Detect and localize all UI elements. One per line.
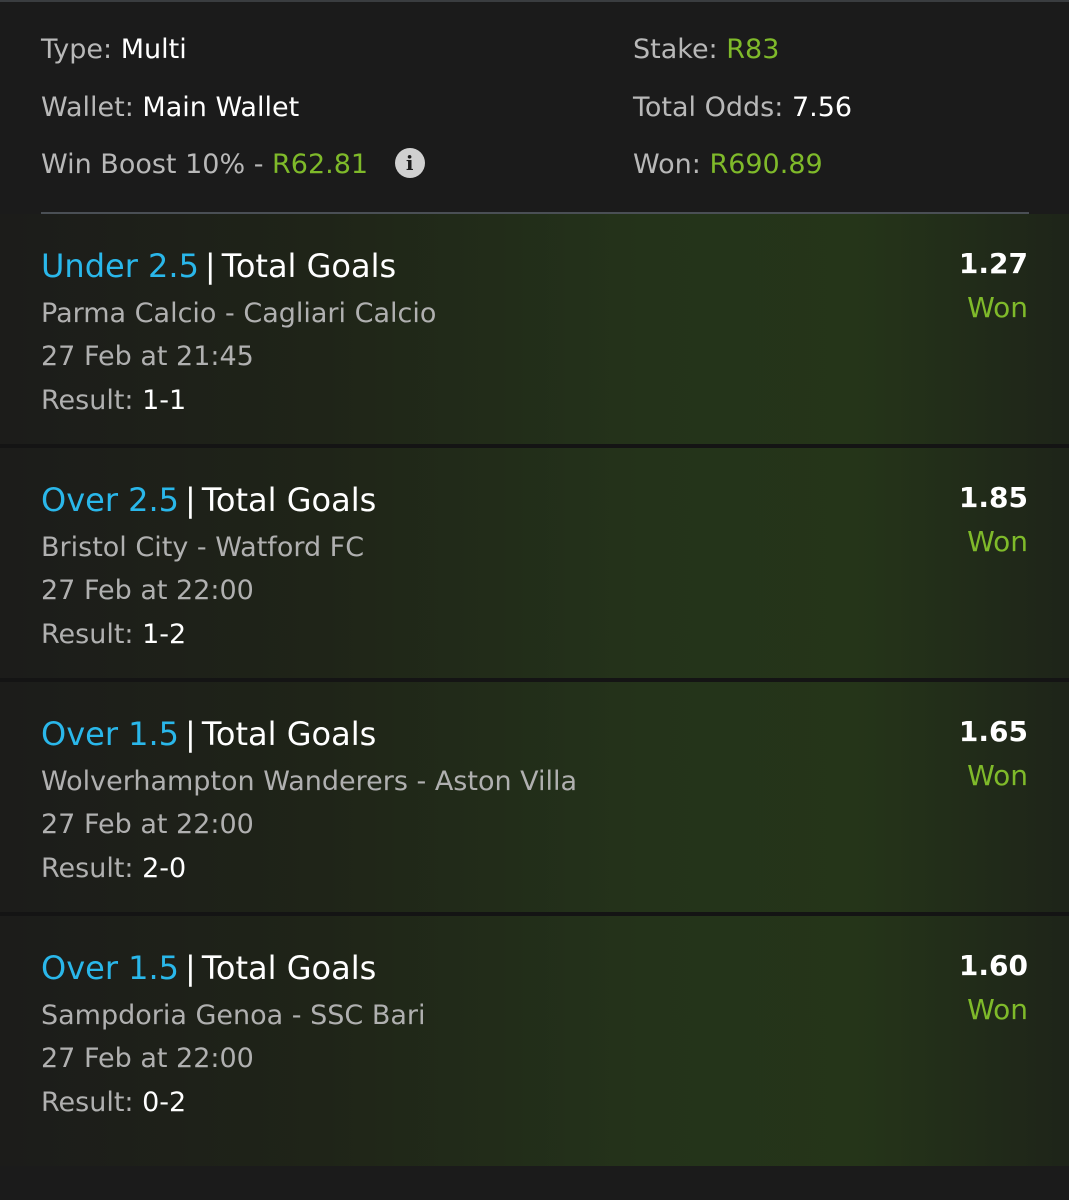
selection-datetime: 27 Feb at 22:00 xyxy=(41,809,254,840)
wallet: Wallet: Main Wallet xyxy=(41,88,299,128)
top-divider xyxy=(0,0,1069,2)
total-odds-label: Total Odds: xyxy=(633,92,784,123)
selection-title: Under 2.5 | Total Goals xyxy=(41,244,396,288)
selection-odds: 1.85 xyxy=(958,481,1028,514)
selection-separator: | xyxy=(185,715,196,753)
selection-pick: Under 2.5 xyxy=(41,247,199,285)
won-label: Won: xyxy=(633,149,701,180)
stake-value: R83 xyxy=(726,34,780,65)
selection-odds: 1.27 xyxy=(958,247,1028,280)
selection-title: Over 2.5 | Total Goals xyxy=(41,478,376,522)
result-label: Result: xyxy=(41,853,134,884)
won-value: R690.89 xyxy=(709,149,823,180)
selection-market: Total Goals xyxy=(221,247,397,285)
selection-match: Bristol City - Watford FC xyxy=(41,532,365,563)
selection-pick: Over 1.5 xyxy=(41,949,180,987)
selection-odds: 1.60 xyxy=(958,949,1028,982)
bet-summary: Type: Multi Wallet: Main Wallet Win Boos… xyxy=(41,30,1029,190)
selection-item[interactable]: Under 2.5 | Total Goals Parma Calcio - Cag… xyxy=(0,214,1069,448)
selection-separator: | xyxy=(185,949,196,987)
selection-datetime: 27 Feb at 21:45 xyxy=(41,341,254,372)
result-label: Result: xyxy=(41,1087,134,1118)
selection-result: Result: 0-2 xyxy=(41,1083,186,1123)
win-boost-value: R62.81 xyxy=(272,149,369,180)
selection-separator: | xyxy=(185,481,196,519)
result-value: 2-0 xyxy=(142,853,187,884)
selection-result: Result: 1-2 xyxy=(41,615,186,655)
selection-item[interactable]: Over 2.5 | Total Goals Bristol City - Watf… xyxy=(0,448,1069,682)
selection-market: Total Goals xyxy=(201,715,377,753)
result-value: 1-2 xyxy=(142,619,187,650)
selection-item[interactable]: Over 1.5 | Total Goals Sampdoria Genoa - S… xyxy=(0,916,1069,1166)
bet-type-label: Type: xyxy=(41,34,113,65)
selection-datetime: 27 Feb at 22:00 xyxy=(41,1043,254,1074)
selection-match: Parma Calcio - Cagliari Calcio xyxy=(41,298,437,329)
selection-separator: | xyxy=(204,247,216,285)
selection-market: Total Goals xyxy=(201,481,377,519)
wallet-label: Wallet: xyxy=(41,92,134,123)
info-icon[interactable]: i xyxy=(394,148,425,178)
selection-title: Over 1.5 | Total Goals xyxy=(41,946,376,990)
selection-odds: 1.65 xyxy=(958,715,1028,748)
selection-title: Over 1.5 | Total Goals xyxy=(41,712,376,756)
result-label: Result: xyxy=(41,385,134,416)
stake: Stake: R83 xyxy=(633,30,779,70)
win-boost-label: Win Boost 10% - xyxy=(41,149,264,180)
result-value: 1-1 xyxy=(142,385,187,416)
selection-match: Wolverhampton Wanderers - Aston Villa xyxy=(41,766,578,797)
selection-status: Won xyxy=(967,993,1028,1026)
win-boost: Win Boost 10% - R62.81 i xyxy=(41,145,425,185)
selection-status: Won xyxy=(967,291,1028,324)
selection-status: Won xyxy=(967,759,1028,792)
selection-pick: Over 2.5 xyxy=(41,481,180,519)
wallet-value: Main Wallet xyxy=(142,92,300,123)
bet-details-page: Type: Multi Wallet: Main Wallet Win Boos… xyxy=(0,0,1069,1200)
selection-market: Total Goals xyxy=(201,949,377,987)
selection-result: Result: 2-0 xyxy=(41,849,186,889)
total-odds-value: 7.56 xyxy=(791,92,853,123)
selections-list: Under 2.5 | Total Goals Parma Calcio - Cag… xyxy=(0,214,1069,1166)
result-value: 0-2 xyxy=(142,1087,187,1118)
selection-item[interactable]: Over 1.5 | Total Goals Wolverhampton Wande… xyxy=(0,682,1069,916)
total-odds: Total Odds: 7.56 xyxy=(633,88,852,128)
selection-datetime: 27 Feb at 22:00 xyxy=(41,575,254,606)
selection-match: Sampdoria Genoa - SSC Bari xyxy=(41,1000,426,1031)
selection-pick: Over 1.5 xyxy=(41,715,180,753)
selection-result: Result: 1-1 xyxy=(41,381,186,421)
stake-label: Stake: xyxy=(633,34,718,65)
selection-status: Won xyxy=(967,525,1028,558)
result-label: Result: xyxy=(41,619,134,650)
bet-type: Type: Multi xyxy=(41,30,187,70)
won-amount: Won: R690.89 xyxy=(633,145,823,185)
bet-type-value: Multi xyxy=(120,34,187,65)
